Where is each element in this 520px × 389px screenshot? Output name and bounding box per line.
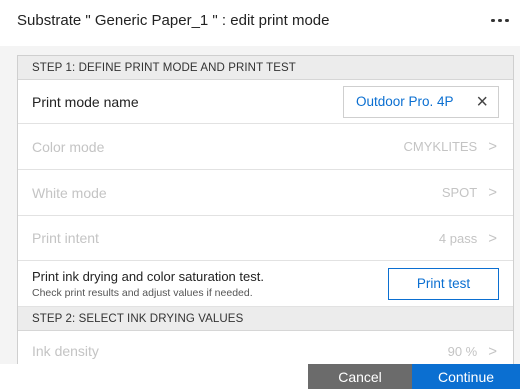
print-mode-name-row: Print mode name Outdoor Pro. 4P × [18, 80, 513, 124]
color-mode-label: Color mode [32, 138, 105, 155]
print-intent-label: Print intent [32, 230, 99, 246]
print-mode-name-value: Outdoor Pro. 4P [356, 94, 454, 109]
more-options-button[interactable] [480, 1, 520, 41]
print-intent-value: 4 pass [438, 230, 478, 246]
white-mode-value: SPOT [441, 185, 478, 200]
print-intent-value-group: 4 pass > [439, 231, 513, 246]
print-test-row: Print ink drying and color saturation te… [18, 261, 513, 307]
cancel-button[interactable]: Cancel [308, 364, 412, 389]
print-intent-row: Print intent 4 pass > [18, 216, 513, 261]
print-test-subtitle: Check print results and adjust values if… [32, 286, 253, 299]
continue-button[interactable]: Continue [412, 364, 520, 389]
ink-density-row: Ink density 90 % > [18, 331, 513, 364]
dialog-footer: Cancel Continue [0, 364, 520, 389]
white-mode-label: White mode [32, 184, 107, 201]
ink-density-value: 90 % [447, 343, 478, 359]
dialog-content: STEP 1: DEFINE PRINT MODE AND PRINT TEST… [0, 46, 520, 364]
color-mode-value-group: CMYKLITES > [404, 139, 513, 154]
step1-header: STEP 1: DEFINE PRINT MODE AND PRINT TEST [18, 56, 513, 80]
print-mode-name-label: Print mode name [32, 93, 139, 110]
more-horizontal-icon [491, 18, 495, 23]
chevron-right-icon: > [488, 138, 497, 155]
chevron-right-icon: > [488, 229, 497, 247]
dialog-title: Substrate " Generic Paper_1 " : edit pri… [17, 12, 330, 29]
chevron-right-icon: > [488, 342, 497, 360]
close-icon[interactable]: × [476, 92, 488, 112]
ink-density-label: Ink density [32, 343, 99, 359]
color-mode-row: Color mode CMYKLITES > [18, 124, 513, 170]
print-test-title: Print ink drying and color saturation te… [32, 268, 264, 284]
chevron-right-icon: > [488, 184, 497, 201]
step2-header: STEP 2: SELECT INK DRYING VALUES [18, 307, 513, 331]
ink-density-value-group: 90 % > [448, 344, 513, 359]
color-mode-value: CMYKLITES [403, 139, 478, 154]
white-mode-row: White mode SPOT > [18, 170, 513, 216]
print-test-button[interactable]: Print test [388, 267, 499, 300]
print-test-description: Print ink drying and color saturation te… [32, 269, 264, 299]
dialog-header: Substrate " Generic Paper_1 " : edit pri… [0, 0, 520, 46]
settings-panel: STEP 1: DEFINE PRINT MODE AND PRINT TEST… [17, 55, 514, 364]
white-mode-value-group: SPOT > [442, 185, 513, 200]
print-mode-name-input[interactable]: Outdoor Pro. 4P × [343, 85, 499, 118]
